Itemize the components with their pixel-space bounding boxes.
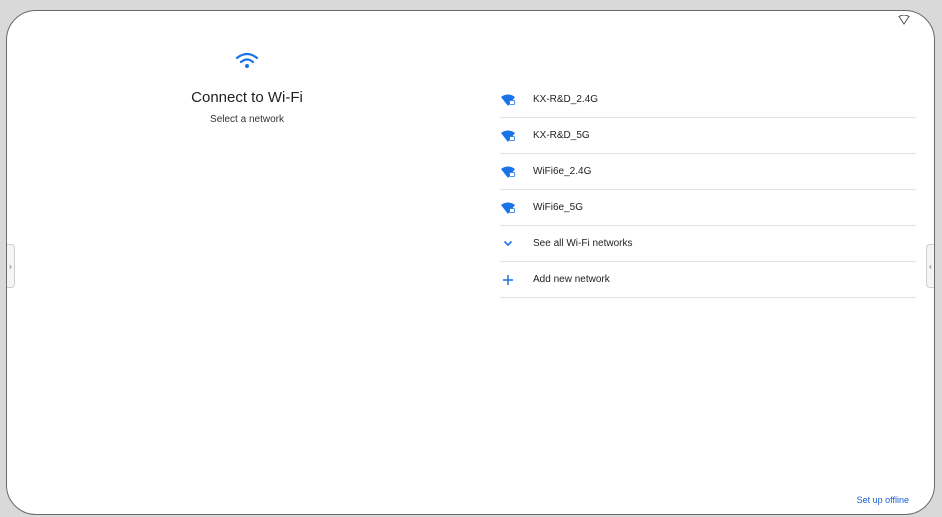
page-title: Connect to Wi-Fi xyxy=(191,89,303,106)
wifi-lock-icon xyxy=(501,166,515,178)
wifi-icon xyxy=(235,52,259,68)
network-list: KX-R&D_2.4G KX-R&D_5G WiFi6e_2.4G WiFi6e… xyxy=(500,82,916,298)
page-subtitle: Select a network xyxy=(210,114,284,125)
right-edge-handle[interactable]: ‹ xyxy=(926,244,934,288)
network-name: KX-R&D_5G xyxy=(533,130,590,141)
see-all-networks-button[interactable]: See all Wi-Fi networks xyxy=(500,226,916,262)
chevron-down-icon xyxy=(501,238,515,250)
plus-icon xyxy=(501,274,515,286)
device-screen: › ‹ Connect to Wi-Fi Select a network KX… xyxy=(6,10,935,515)
left-edge-handle[interactable]: › xyxy=(7,244,15,288)
network-name: WiFi6e_2.4G xyxy=(533,166,592,177)
network-item[interactable]: KX-R&D_2.4G xyxy=(500,82,916,118)
chevron-right-icon: › xyxy=(9,261,12,271)
see-all-label: See all Wi-Fi networks xyxy=(533,238,633,249)
intro-panel: Connect to Wi-Fi Select a network xyxy=(147,51,347,125)
wifi-lock-icon xyxy=(501,202,515,214)
wifi-lock-icon xyxy=(501,94,515,106)
add-network-label: Add new network xyxy=(533,274,610,285)
network-name: KX-R&D_2.4G xyxy=(533,94,599,105)
network-item[interactable]: KX-R&D_5G xyxy=(500,118,916,154)
status-wifi-icon xyxy=(898,15,910,25)
setup-offline-link[interactable]: Set up offline xyxy=(857,495,909,505)
add-network-button[interactable]: Add new network xyxy=(500,262,916,298)
wifi-lock-icon xyxy=(501,130,515,142)
network-name: WiFi6e_5G xyxy=(533,202,584,213)
network-item[interactable]: WiFi6e_5G xyxy=(500,190,916,226)
chevron-left-icon: ‹ xyxy=(929,261,932,271)
network-item[interactable]: WiFi6e_2.4G xyxy=(500,154,916,190)
